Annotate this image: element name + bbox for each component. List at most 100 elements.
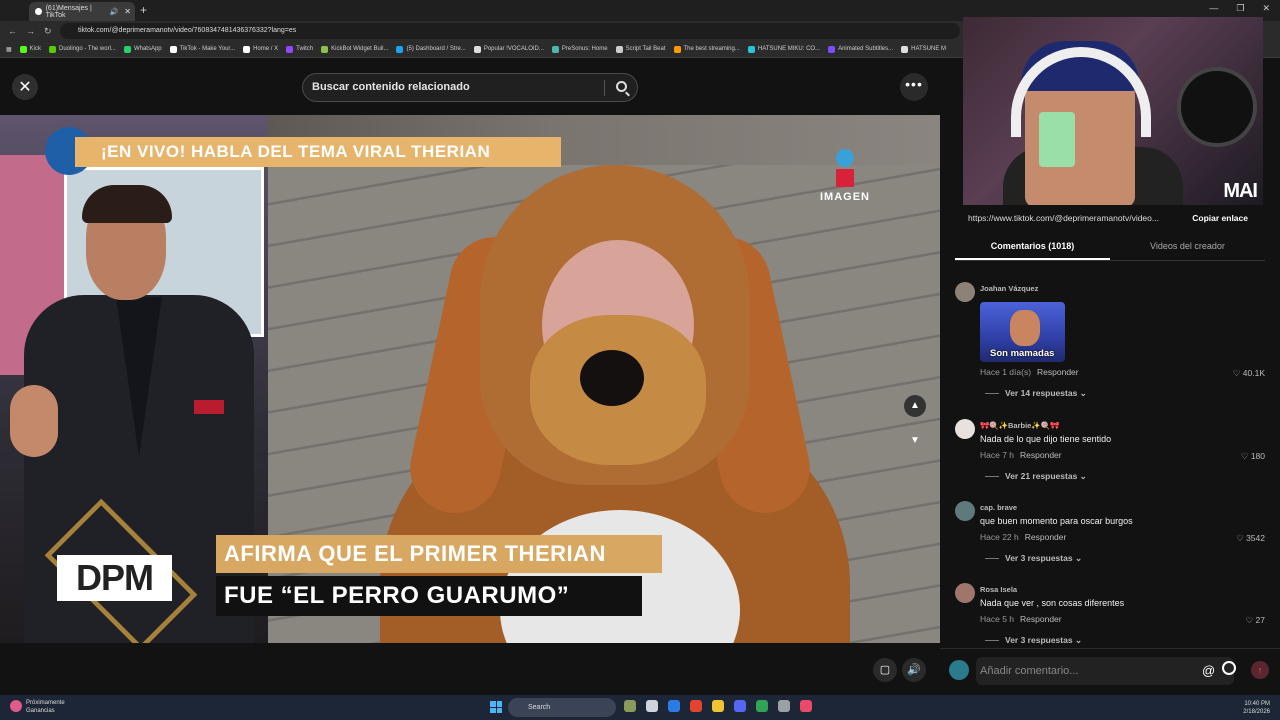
close-video-button[interactable]: ✕ [12,74,38,100]
widget-app-icon[interactable] [624,700,636,712]
previous-video-button[interactable]: ▲ [904,395,926,417]
bookmark-label: (5) Dashboard / Stre... [406,46,466,52]
comment-sticker[interactable]: Son mamadas [980,302,1065,362]
browser-tab[interactable]: (61)Mensajes | TikTok 🔊 ✕ [29,2,135,21]
comment-likes[interactable]: ♡ 40.1K [1233,368,1265,379]
bookmark-favicon-icon [169,45,177,53]
mention-icon[interactable]: @ [1202,663,1215,678]
bookmark-item[interactable]: Twitch [286,45,313,53]
bookmark-item[interactable]: Script Tail Beat [615,45,666,53]
bookmark-favicon-icon [243,45,251,53]
next-video-button[interactable]: ▼ [904,430,926,452]
bookmark-item[interactable]: Home / X [243,45,278,53]
bookmark-item[interactable]: HATSUNE MIKU: CO... [747,45,820,53]
comment-username[interactable]: Joahan Vázquez [980,284,1038,293]
comment-text: Nada que ver , son cosas diferentes [980,598,1125,608]
taskbar-search[interactable]: Search [508,698,616,717]
reply-button[interactable]: Responder [1020,614,1062,624]
share-link-row: https://www.tiktok.com/@deprimeramanotv/… [962,211,1262,225]
floating-player-icon[interactable]: ▢ [873,658,897,682]
search-placeholder: Buscar contenido relacionado [312,81,470,93]
app-icon[interactable] [690,700,702,712]
more-options-button[interactable]: ••• [900,73,928,101]
bookmark-item[interactable]: KickBot Widget Buil... [321,45,389,53]
comment-meta: Hace 1 día(s) Responder [980,367,1079,377]
reload-icon[interactable]: ↻ [44,26,52,37]
comment-likes[interactable]: ♡ 27 [1246,615,1265,626]
bookmark-label: Animated Subtitles... [838,46,894,52]
send-comment-button[interactable]: ↑ [1251,661,1269,679]
music-app-icon[interactable] [800,700,812,712]
bookmark-item[interactable]: The best streaming... [673,45,740,53]
view-replies-button[interactable]: Ver 3 respuestas ⌄ [985,635,1082,646]
comment-likes[interactable]: ♡ 180 [1241,451,1265,462]
avatar[interactable] [955,419,975,439]
task-view-icon[interactable] [646,700,658,712]
current-user-avatar [949,660,969,680]
discord-icon[interactable] [734,700,746,712]
imagen-logo: IMAGEN [814,149,876,203]
comment-time: Hace 1 día(s) [980,367,1032,377]
store-app-icon[interactable] [668,700,680,712]
view-replies-button[interactable]: Ver 21 respuestas ⌄ [985,471,1087,482]
tab-creator-videos[interactable]: Videos del creador [1110,241,1265,251]
bookmark-favicon-icon [321,45,329,53]
chrome-icon[interactable] [756,700,768,712]
view-replies-button[interactable]: Ver 3 respuestas ⌄ [985,553,1082,564]
bookmark-label: PreSonus: Home [561,46,608,52]
comment-likes[interactable]: ♡ 3542 [1236,533,1265,544]
panel-tabs: Comentarios (1018) Videos del creador [955,241,1265,261]
bookmark-item[interactable]: Animated Subtitles... [828,45,894,53]
start-button-icon[interactable] [490,701,502,713]
bookmark-favicon-icon [19,45,27,53]
taskbar-clock[interactable]: 10:40 PM 2/18/2026 [1243,700,1270,716]
related-search-input[interactable]: Buscar contenido relacionado [302,73,638,102]
new-tab-button[interactable]: + [140,3,147,17]
comment-username[interactable]: cap. brave [980,503,1017,512]
video-player[interactable]: ¡EN VIVO! HABLA DEL TEMA VIRAL THERIAN I… [0,115,940,643]
bookmark-item[interactable]: TikTok - Make Your... [169,45,235,53]
like-count: 27 [1255,615,1265,625]
emoji-icon[interactable] [1222,661,1236,675]
speaker-icon[interactable]: 🔊 [110,8,119,16]
bookmark-favicon-icon [286,45,294,53]
avatar[interactable] [955,583,975,603]
widgets-button[interactable]: Próximamente Ganancias [10,699,65,715]
comment-username[interactable]: Rosa Isela [980,585,1017,594]
volume-icon[interactable]: 🔊 [902,658,926,682]
reply-button[interactable]: Responder [1020,450,1062,460]
bookmark-item[interactable]: Kick [19,45,42,53]
forward-icon[interactable]: → [26,26,35,36]
tab-close-icon[interactable]: ✕ [124,7,131,16]
url-field[interactable]: tiktok.com/@deprimeramanotv/video/760834… [60,23,960,39]
bookmark-label: HATSUNE M [911,46,947,52]
minimize-icon[interactable]: — [1209,3,1218,14]
reply-button[interactable]: Responder [1025,532,1067,542]
bookmark-favicon-icon [828,45,836,53]
bookmark-item[interactable]: WhatsApp [123,45,162,53]
bookmark-item[interactable]: PreSonus: Home [551,45,608,53]
view-replies-button[interactable]: Ver 14 respuestas ⌄ [985,388,1087,399]
comment-username[interactable]: 🎀🍭✨Barbie✨🍭🎀 [980,421,1059,430]
bookmark-item[interactable]: Popular !VOCALOID... [473,45,544,53]
close-window-icon[interactable]: ✕ [1262,3,1270,14]
bookmark-favicon-icon [396,45,404,53]
comment-input[interactable]: Añadir comentario... [976,657,1234,685]
settings-icon[interactable] [778,700,790,712]
like-count: 40.1K [1242,368,1265,378]
maximize-icon[interactable]: ❐ [1236,3,1244,14]
avatar[interactable] [955,501,975,521]
tab-comments[interactable]: Comentarios (1018) [955,241,1110,260]
bookmark-label: Kick [29,46,42,52]
file-explorer-icon[interactable] [712,700,724,712]
bookmark-item[interactable]: (5) Dashboard / Stre... [396,45,466,53]
apps-grid-icon[interactable]: ▦ [6,46,12,53]
bookmark-item[interactable]: HATSUNE M [901,45,947,53]
copy-link-button[interactable]: Copiar enlace [1182,213,1262,223]
avatar[interactable] [955,282,975,302]
reply-button[interactable]: Responder [1037,367,1079,377]
back-icon[interactable]: ← [8,26,17,36]
bookmark-item[interactable]: Duolingo - The worl... [49,45,116,53]
bookmark-label: KickBot Widget Buil... [331,46,389,52]
search-icon[interactable] [616,81,627,92]
